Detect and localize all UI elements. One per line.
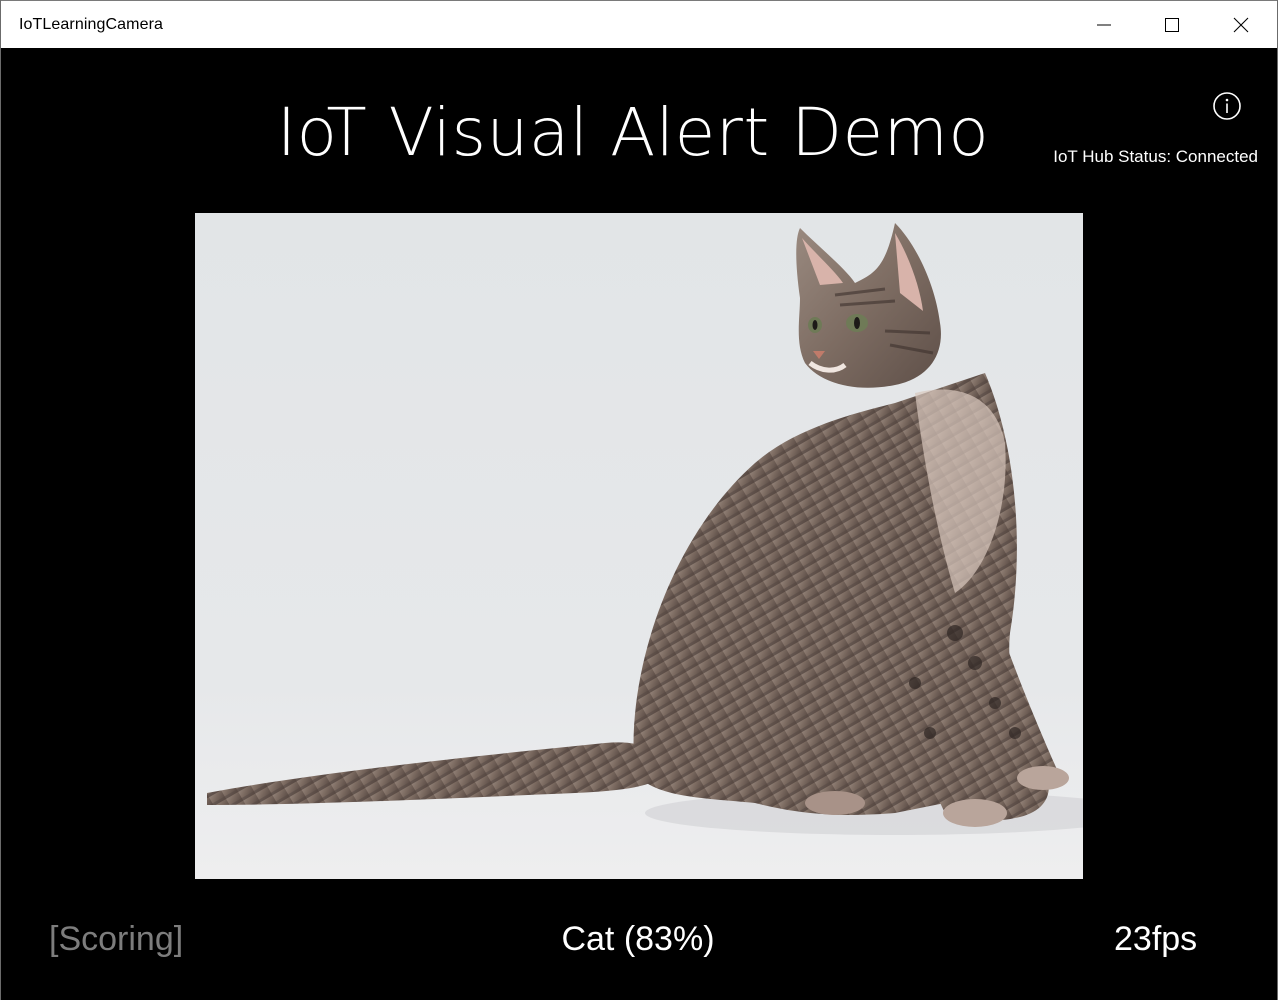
fps-counter: 23fps	[1114, 920, 1198, 958]
app-window: IoTLearningCamera IoT Visual Alert Demo	[0, 0, 1278, 1000]
minimize-icon	[1096, 17, 1112, 33]
minimize-button[interactable]	[1070, 1, 1138, 49]
info-icon	[1212, 91, 1242, 126]
main-content: IoT Visual Alert Demo IoT Hub Status: Co…	[1, 48, 1277, 1000]
cat-photo	[195, 213, 1083, 879]
close-icon	[1233, 17, 1249, 33]
iot-hub-status: IoT Hub Status: Connected	[1053, 147, 1258, 166]
window-title: IoTLearningCamera	[19, 16, 163, 33]
title-bar[interactable]: IoTLearningCamera	[1, 0, 1277, 48]
close-button[interactable]	[1207, 1, 1275, 49]
maximize-icon	[1164, 17, 1180, 33]
info-button[interactable]	[1212, 91, 1242, 126]
prediction-label: Cat (83%)	[561, 920, 715, 958]
camera-preview	[195, 213, 1083, 879]
maximize-button[interactable]	[1138, 1, 1206, 49]
